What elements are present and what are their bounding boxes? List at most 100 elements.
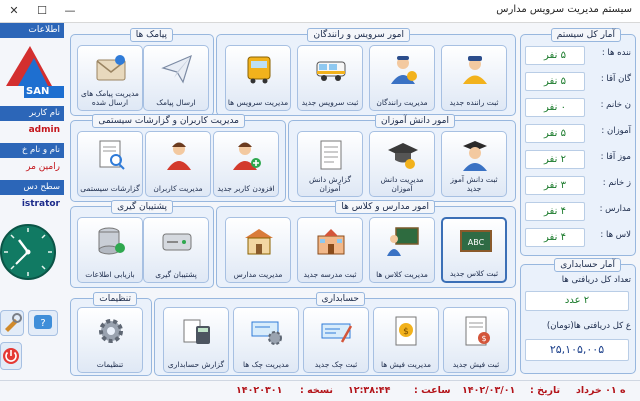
title-bar: سیستم مدیریت سرویس مدارس ✕ ☐ — bbox=[0, 0, 640, 23]
school-manage-tile[interactable]: مدیریت مدارس bbox=[225, 217, 291, 283]
backup-tile[interactable]: پشتیبان گیری bbox=[143, 217, 209, 283]
calculator-icon bbox=[183, 319, 210, 344]
service-manage-tile[interactable]: مدیریت سرویس ها bbox=[225, 45, 291, 111]
logo-text: SAN bbox=[26, 86, 50, 97]
teacher-board-icon bbox=[387, 227, 419, 256]
stat-value: ۳ نفر bbox=[525, 176, 585, 195]
sms-manage-tile[interactable]: مدیریت پیامک های ارسال شده bbox=[77, 45, 143, 111]
settings-tile[interactable]: تنظیمات bbox=[77, 307, 143, 373]
stat-label: ن خانم : bbox=[600, 100, 631, 110]
class-new-label: ثبت کلاس جدید bbox=[449, 269, 499, 278]
svg-text:$: $ bbox=[481, 334, 486, 343]
driver-group-icon bbox=[391, 56, 417, 84]
receipt-new-label: ثبت فیش جدید bbox=[452, 360, 500, 369]
user-new-tile[interactable]: افزودن کاربر جدید bbox=[213, 131, 279, 197]
sms-send-tile[interactable]: ارسال پیامک bbox=[143, 45, 209, 111]
power-button[interactable] bbox=[0, 342, 22, 370]
sys-reports-label: گزارشات سیستمی bbox=[80, 184, 140, 193]
backup-panel-title: پشتیبان گیری bbox=[111, 200, 173, 214]
user-value: admin bbox=[28, 125, 60, 135]
finance-count-value: ۲ عدد bbox=[525, 291, 629, 311]
class-new-tile[interactable]: ABC ثبت کلاس جدید bbox=[441, 217, 507, 283]
help-icon[interactable]: ? bbox=[28, 310, 58, 336]
minimize-button[interactable]: — bbox=[56, 0, 84, 22]
student-report-tile[interactable]: گزارش دانش آموزان bbox=[297, 131, 363, 197]
acc-report-tile[interactable]: گزارش حسابداری bbox=[163, 307, 229, 373]
stat-value: ۰ نفر bbox=[525, 98, 585, 117]
van-icon bbox=[316, 61, 346, 81]
student-new-tile[interactable]: ثبت دانش آموز جدید bbox=[441, 131, 507, 197]
tools-icon[interactable] bbox=[0, 310, 24, 336]
receipt-manage-tile[interactable]: $ مدیریت فیش ها bbox=[373, 307, 439, 373]
check-new-tile[interactable]: ثبت چک جدید bbox=[303, 307, 369, 373]
bus-icon bbox=[247, 56, 271, 84]
driver-new-tile[interactable]: ثبت راننده جدید bbox=[441, 45, 507, 111]
settings-label: تنظیمات bbox=[96, 360, 124, 369]
driver-new-label: ثبت راننده جدید bbox=[449, 98, 499, 107]
users-panel: مدیریت کاربران و گزارشات سیستمی گزارشات … bbox=[70, 114, 286, 202]
check-manage-tile[interactable]: مدیریت چک ها bbox=[233, 307, 299, 373]
stat-label: مدارس : bbox=[599, 204, 631, 214]
sms-send-label: ارسال پیامک bbox=[156, 98, 196, 107]
students-panel: امور دانش آموزان گزارش دانش آموزان مدیری… bbox=[288, 114, 516, 202]
stat-label: گان آقا : bbox=[600, 74, 631, 84]
student-manage-label: مدیریت دانش آموزان bbox=[380, 175, 424, 193]
fullname-label: نام و نام خ bbox=[0, 143, 64, 158]
driver-manage-tile[interactable]: مدیریت رانندگان bbox=[369, 45, 435, 111]
school-manage-label: مدیریت مدارس bbox=[233, 270, 283, 279]
services-panel: امور سرویس و رانندگان مدیریت سرویس ها ثب… bbox=[216, 28, 516, 116]
student-icon bbox=[463, 141, 487, 171]
stat-row: ۲ نفر موز آقا : bbox=[525, 149, 631, 169]
student-new-label: ثبت دانش آموز جدید bbox=[450, 175, 498, 193]
stat-row: ۰ نفر ن خانم : bbox=[525, 97, 631, 117]
user-manage-label: مدیریت کاربران bbox=[153, 184, 203, 193]
stat-value: ۵ نفر bbox=[525, 46, 585, 65]
paper-plane-icon bbox=[161, 54, 192, 84]
sys-reports-tile[interactable]: گزارشات سیستمی bbox=[77, 131, 143, 197]
check-manage-label: مدیریت چک ها bbox=[243, 360, 289, 369]
settings-panel-title: تنظیمات bbox=[93, 292, 137, 306]
school-building-icon bbox=[317, 229, 345, 255]
hard-drive-icon bbox=[162, 233, 192, 251]
access-label: سطح دس bbox=[0, 180, 64, 195]
receipt-manage-label: مدیریت فیش ها bbox=[380, 360, 432, 369]
maximize-button[interactable]: ☐ bbox=[28, 0, 56, 22]
close-button[interactable]: ✕ bbox=[0, 0, 28, 22]
user-new-label: افزودن کاربر جدید bbox=[217, 184, 275, 193]
class-manage-tile[interactable]: مدیریت کلاس ها bbox=[369, 217, 435, 283]
gear-icon bbox=[99, 319, 123, 343]
sms-manage-label: مدیریت پیامک های ارسال شده bbox=[81, 89, 139, 107]
receipt-dollar-icon: $ bbox=[395, 316, 417, 346]
power-icon bbox=[3, 348, 19, 364]
svg-text:ABC: ABC bbox=[468, 238, 485, 247]
students-panel-title: امور دانش آموزان bbox=[375, 114, 455, 128]
accounting-panel-title: حسابداری bbox=[315, 292, 365, 306]
stat-row: ۴ نفر مدارس : bbox=[525, 201, 631, 221]
version-label: نسخه : bbox=[300, 385, 333, 396]
stat-label: ز خانم : bbox=[602, 178, 631, 188]
fullname-value: رامین مر bbox=[26, 162, 60, 172]
receipt-new-tile[interactable]: $ ثبت فیش جدید bbox=[443, 307, 509, 373]
receipt-add-icon: $ bbox=[465, 316, 490, 346]
stat-value: ۵ نفر bbox=[525, 124, 585, 143]
service-new-tile[interactable]: ثبت سرویس جدید bbox=[297, 45, 363, 111]
check-new-label: ثبت چک جدید bbox=[314, 360, 358, 369]
stat-value: ۴ نفر bbox=[525, 202, 585, 221]
accounting-panel: حسابداری گزارش حسابداری مدیریت چک ها ثبت… bbox=[154, 292, 516, 376]
app-logo: SAN bbox=[0, 40, 64, 100]
sms-panel: پیامک ها مدیریت پیامک های ارسال شده ارسا… bbox=[70, 28, 214, 116]
school-new-tile[interactable]: ثبت مدرسه جدید bbox=[297, 217, 363, 283]
sms-panel-title: پیامک ها bbox=[129, 28, 173, 42]
finance-count-label: تعداد کل دریافتی ها bbox=[561, 275, 631, 285]
users-icon bbox=[167, 142, 191, 170]
date-label: تاریخ : bbox=[530, 385, 561, 396]
stat-row: ۵ نفر آموزان : bbox=[525, 123, 631, 143]
clock-icon bbox=[0, 216, 60, 286]
user-manage-tile[interactable]: مدیریت کاربران bbox=[145, 131, 211, 197]
time-label: ساعت : bbox=[414, 385, 451, 396]
restore-tile[interactable]: بازیابی اطلاعات bbox=[77, 217, 143, 283]
student-manage-tile[interactable]: مدیریت دانش آموزان bbox=[369, 131, 435, 197]
users-panel-title: مدیریت کاربران و گزارشات سیستمی bbox=[92, 114, 245, 128]
schools-panel: امور مدارس و کلاس ها مدیریت مدارس ثبت مد… bbox=[216, 200, 516, 288]
version-value: ۱۴۰۲۰۳۰۱ bbox=[236, 385, 283, 396]
